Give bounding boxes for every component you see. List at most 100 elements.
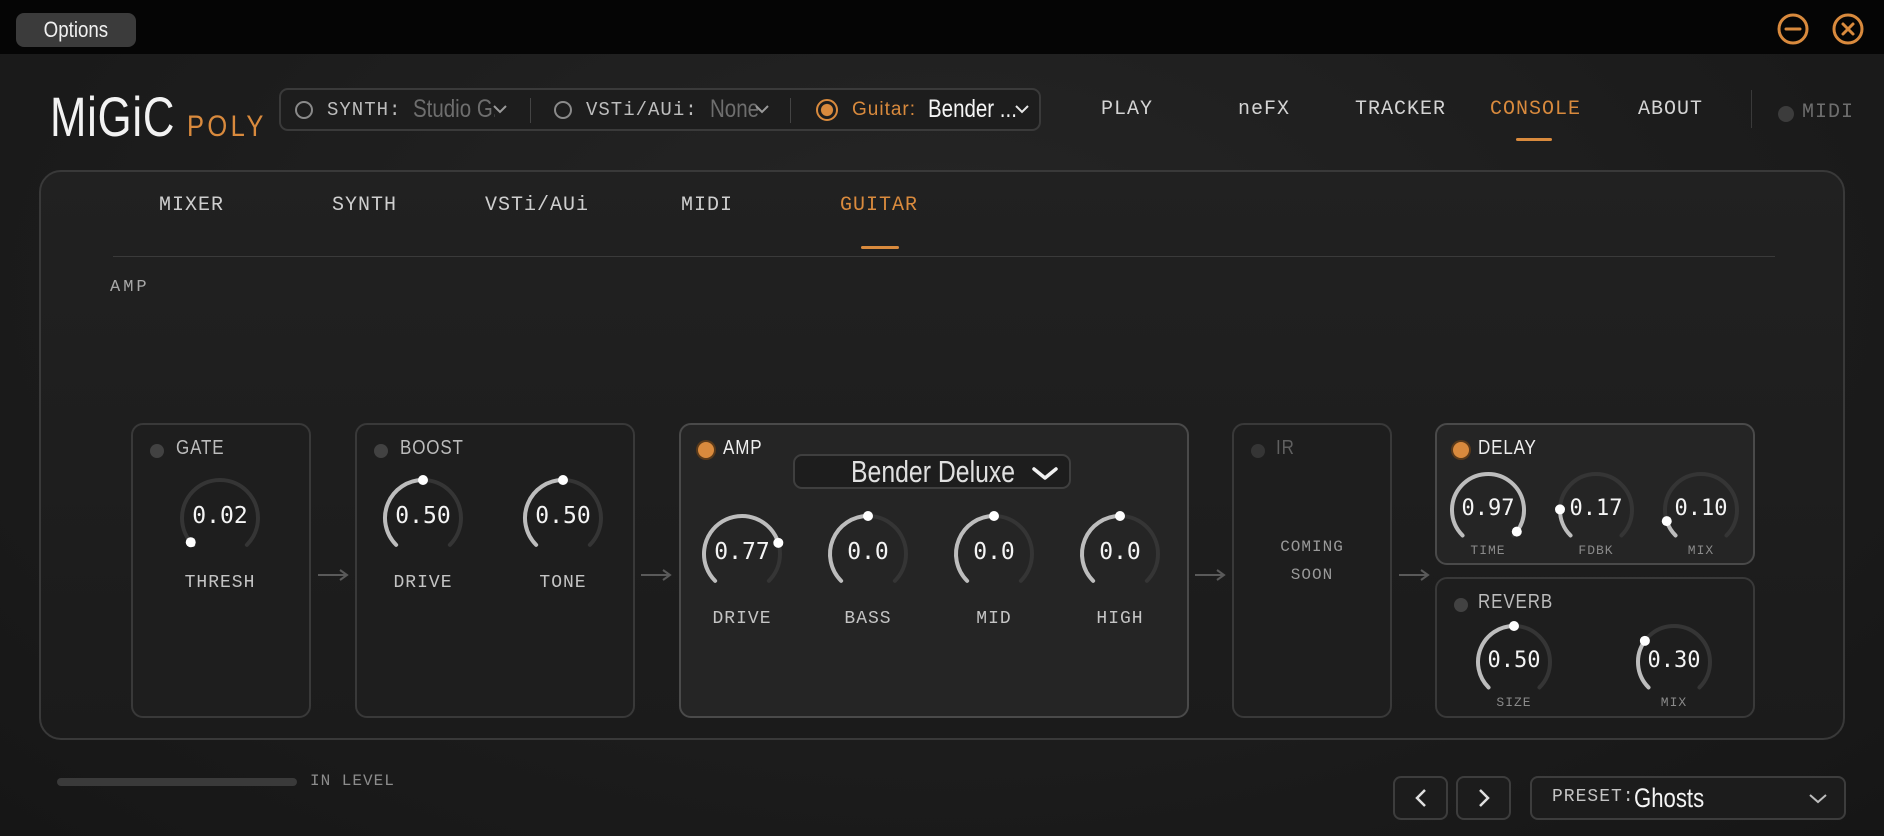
guitar-radio[interactable] — [816, 98, 838, 121]
amp-model-value: Bender Deluxe — [851, 454, 1016, 489]
amp-mid-knob[interactable]: 0.0 MID — [953, 511, 1035, 665]
knob-label: TONE — [539, 573, 587, 593]
divider — [530, 98, 531, 123]
signal-arrow-icon — [1193, 567, 1227, 581]
knob-handle — [418, 475, 428, 485]
chevron-down-icon[interactable] — [492, 103, 508, 115]
tab-mixer[interactable]: MIXER — [159, 194, 224, 217]
knob-value: 0.17 — [1569, 496, 1623, 521]
delay-fdbk-knob[interactable]: 0.17 FDBK — [1555, 471, 1635, 573]
tab-active-underline — [861, 246, 899, 249]
knob-label: THRESH — [184, 573, 256, 593]
knob-label: DRIVE — [393, 573, 453, 593]
knob-label: MIX — [1687, 543, 1715, 558]
knob-label: SIZE — [1496, 695, 1532, 710]
title-bar: Options — [0, 0, 1884, 54]
midi-indicator-icon — [1778, 106, 1794, 122]
reverb-mix-knob[interactable]: 0.30 MIX — [1635, 623, 1713, 725]
nav-tracker[interactable]: TRACKER — [1355, 98, 1446, 121]
amp-model-select[interactable]: Bender Deluxe — [793, 454, 1071, 489]
next-preset-button[interactable] — [1456, 776, 1511, 820]
chevron-down-icon[interactable] — [754, 103, 770, 115]
synth-source[interactable]: SYNTH: Studio G... — [295, 90, 513, 129]
knob-handle — [558, 475, 568, 485]
vst-source-label: VSTi/AUi: — [586, 98, 698, 121]
logo-main: MiGiC — [50, 85, 176, 148]
tab-guitar[interactable]: GUITAR — [840, 194, 918, 217]
signal-arrow-icon — [316, 567, 350, 581]
knob-label: MIX — [1660, 695, 1688, 710]
delay-time-knob[interactable]: 0.97 TIME — [1449, 471, 1527, 573]
guitar-source[interactable]: Guitar: Bender ... — [816, 90, 1036, 129]
close-icon[interactable] — [1831, 12, 1865, 46]
knob-label: FDBK — [1578, 543, 1614, 558]
gate-enable-led[interactable] — [150, 444, 164, 458]
knob-value: 0.77 — [714, 539, 770, 565]
thresh-knob[interactable]: 0.02 THRESH — [179, 477, 261, 629]
knob-handle — [1511, 526, 1522, 537]
delay-mix-knob[interactable]: 0.10 MIX — [1661, 471, 1740, 573]
knob-value: 0.10 — [1674, 496, 1728, 521]
reverb-size-knob[interactable]: 0.50 SIZE — [1475, 621, 1553, 725]
knob-value: 0.50 — [395, 503, 451, 529]
amp-module: AMP Bender Deluxe 0.77 DRIVE 0.0 BASS 0.0 M… — [679, 423, 1189, 718]
synth-source-label: SYNTH: — [327, 98, 402, 121]
reverb-enable-led[interactable] — [1454, 598, 1468, 612]
boost-enable-led[interactable] — [374, 444, 388, 458]
logo-sub: POLY — [186, 110, 267, 143]
nav-about[interactable]: ABOUT — [1638, 98, 1703, 121]
preset-select[interactable]: PRESET: Ghosts — [1530, 776, 1846, 820]
tab-vst[interactable]: VSTi/AUi — [485, 194, 589, 217]
preset-label: PRESET: — [1552, 787, 1635, 807]
prev-preset-button[interactable] — [1393, 776, 1448, 820]
ir-enable-led[interactable] — [1251, 444, 1265, 458]
signal-arrow-icon — [639, 567, 673, 581]
knob-value: 0.0 — [847, 539, 889, 565]
boost-tone-knob[interactable]: 0.50 TONE — [522, 475, 604, 629]
section-label: AMP — [110, 278, 150, 297]
options-button[interactable]: Options — [16, 13, 136, 47]
synth-radio[interactable] — [295, 100, 313, 119]
nav-console[interactable]: CONSOLE — [1490, 98, 1581, 121]
amp-bass-knob[interactable]: 0.0 BASS — [827, 511, 909, 665]
guitar-source-value: Bender ... — [928, 95, 1017, 123]
source-selector-bar: SYNTH: Studio G... VSTi/AUi: None Guitar… — [279, 88, 1041, 131]
knob-handle — [863, 511, 873, 521]
knob-label: BASS — [844, 609, 892, 629]
app-logo: MiGiC POLY — [50, 84, 280, 149]
synth-source-value: Studio G... — [413, 95, 495, 123]
vst-radio[interactable] — [554, 100, 572, 119]
delay-title: DELAY — [1478, 437, 1537, 459]
chevron-down-icon — [1032, 467, 1058, 480]
tab-synth[interactable]: SYNTH — [332, 194, 397, 217]
knob-value: 0.30 — [1647, 648, 1701, 673]
knob-handle — [185, 537, 196, 548]
boost-drive-knob[interactable]: 0.50 DRIVE — [382, 475, 464, 629]
nav-active-underline — [1516, 138, 1552, 141]
knob-handle — [1115, 511, 1125, 521]
ir-module: IR COMING SOON — [1232, 423, 1392, 718]
nav-nefx[interactable]: neFX — [1238, 98, 1290, 121]
amp-enable-led[interactable] — [698, 442, 714, 458]
knob-value: 0.0 — [973, 539, 1015, 565]
knob-label: MID — [976, 609, 1012, 629]
minimize-icon[interactable] — [1776, 12, 1810, 46]
app-body: MiGiC POLY SYNTH: Studio G... VSTi/AUi: … — [0, 54, 1884, 836]
nav-play[interactable]: PLAY — [1101, 98, 1153, 121]
amp-drive-knob[interactable]: 0.77 DRIVE — [701, 513, 784, 665]
preset-value: Ghosts — [1634, 783, 1705, 813]
tab-divider — [113, 256, 1775, 257]
boost-title: BOOST — [400, 437, 464, 459]
console-panel: MIXER SYNTH VSTi/AUi MIDI GUITAR AMP GAT… — [39, 170, 1845, 740]
knob-value: 0.50 — [535, 503, 591, 529]
delay-enable-led[interactable] — [1453, 442, 1469, 458]
knob-label: DRIVE — [712, 609, 772, 629]
tab-midi[interactable]: MIDI — [681, 194, 733, 217]
vst-source[interactable]: VSTi/AUi: None — [554, 90, 769, 129]
knob-label: HIGH — [1096, 609, 1144, 629]
delay-module: DELAY 0.97 TIME 0.17 FDBK 0.10 MIX — [1435, 423, 1755, 565]
chevron-down-icon[interactable] — [1014, 103, 1030, 115]
amp-high-knob[interactable]: 0.0 HIGH — [1079, 511, 1161, 665]
chevron-right-icon — [1478, 789, 1490, 807]
options-label: Options — [43, 17, 109, 42]
